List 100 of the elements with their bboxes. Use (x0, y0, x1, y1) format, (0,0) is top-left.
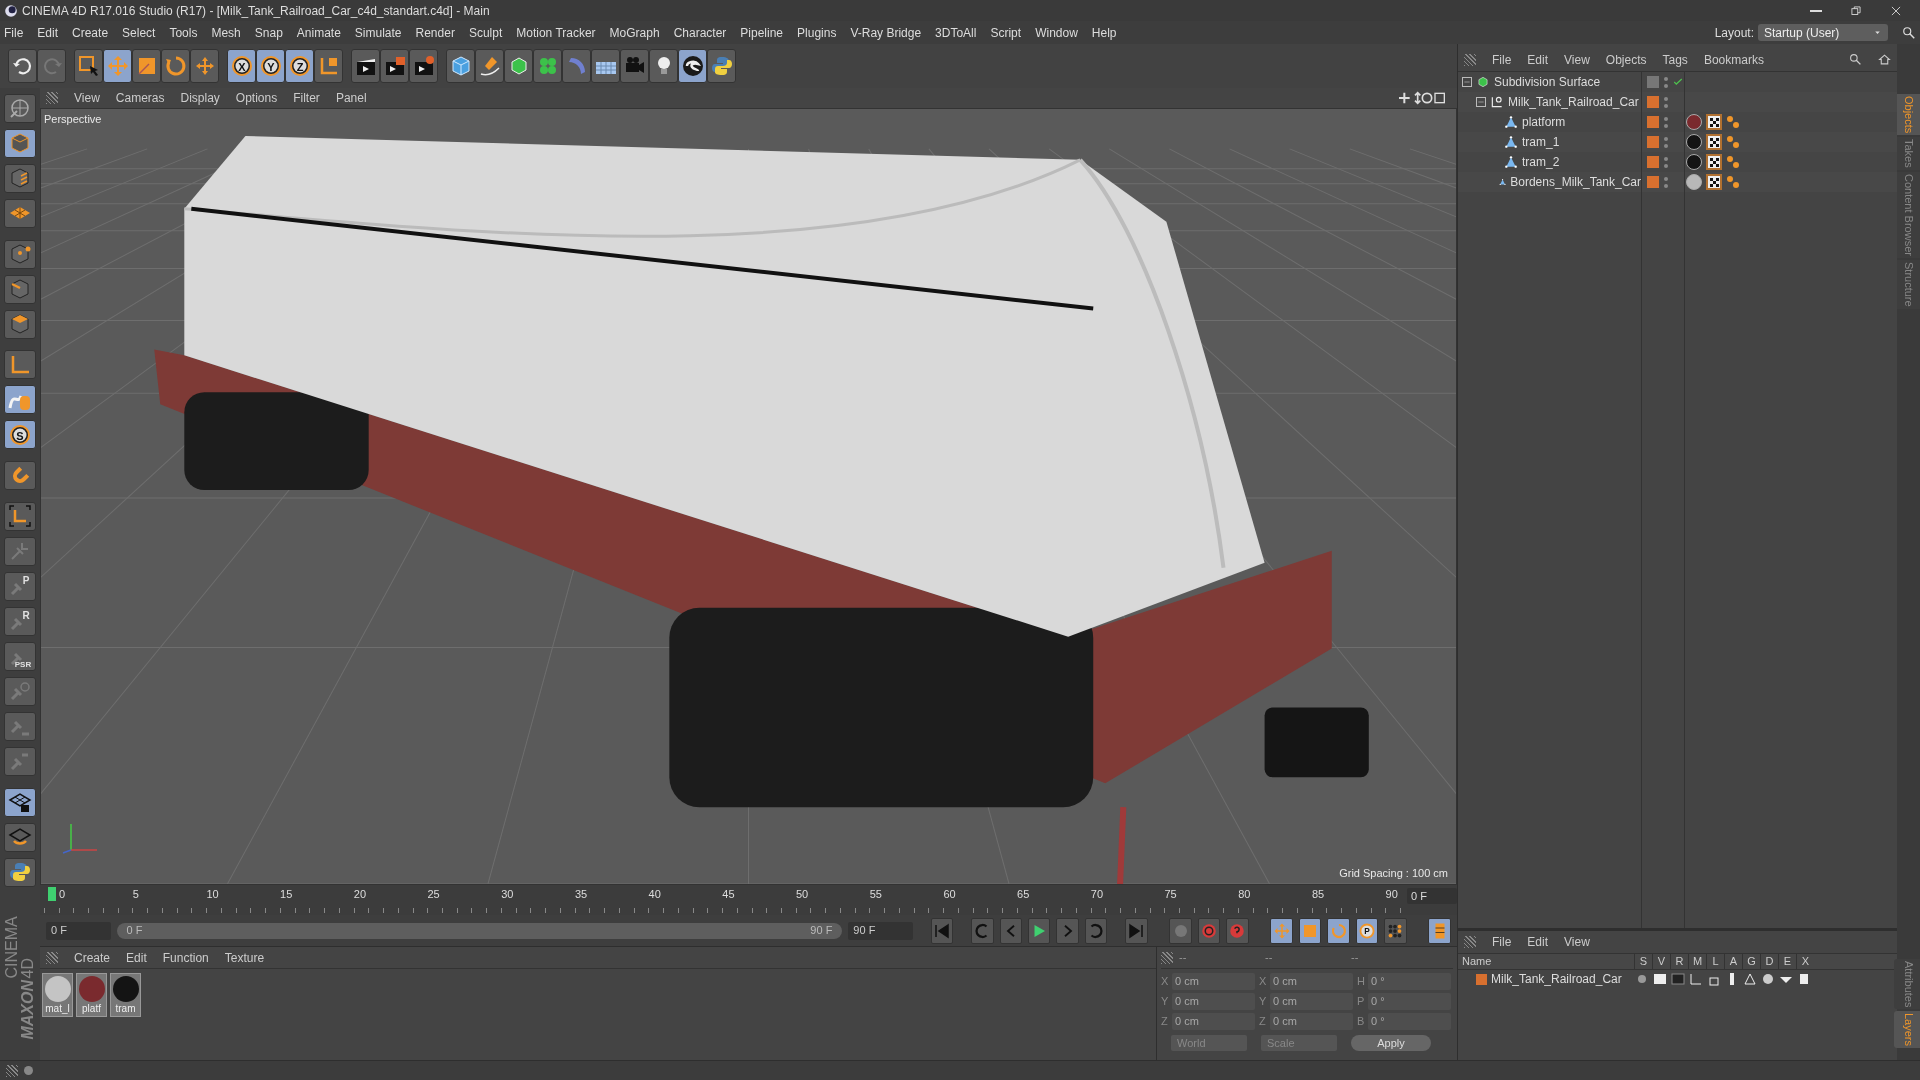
menu-item[interactable]: Edit (37, 23, 59, 42)
material-menu-item[interactable]: Edit (126, 948, 147, 967)
cube-button[interactable] (446, 49, 475, 83)
z-axis-button[interactable]: Z (285, 49, 314, 83)
textured-cube-button[interactable] (4, 163, 36, 193)
layer-menu-item[interactable]: View (1564, 933, 1590, 951)
side-tab[interactable]: Layers (1894, 1010, 1920, 1048)
coordinate-field[interactable]: 0 cm (1172, 1013, 1255, 1030)
material-swatch[interactable]: mat_l (42, 973, 73, 1017)
object-menu-item[interactable]: File (1492, 50, 1512, 69)
menu-item[interactable]: Select (122, 23, 156, 42)
column-header[interactable]: A (1724, 953, 1742, 970)
subdivision-cube-button[interactable] (504, 49, 533, 83)
coordinate-field[interactable]: 0 cm (1270, 993, 1353, 1010)
collapse-toggle[interactable] (1462, 77, 1472, 87)
move-plus-button[interactable] (190, 49, 219, 83)
menu-item[interactable]: Pipeline (740, 23, 784, 42)
globe-arrow-button[interactable] (4, 94, 36, 123)
menu-item[interactable]: Window (1035, 23, 1078, 42)
coordinate-field[interactable]: 0 cm (1270, 973, 1353, 990)
object-name[interactable]: Subdivision Surface (1494, 73, 1601, 91)
layer-menu-item[interactable]: Edit (1527, 933, 1549, 951)
cube-points-button[interactable] (4, 239, 36, 269)
menu-item[interactable]: Plugins (797, 23, 837, 42)
point-level-key-button[interactable] (1384, 917, 1407, 944)
menu-item[interactable]: Character (673, 23, 727, 42)
coordinate-field[interactable]: 0 cm (1270, 1013, 1353, 1030)
y-axis-button[interactable]: Y (256, 49, 285, 83)
layer-color-tag[interactable] (1647, 136, 1659, 148)
python-button[interactable] (4, 857, 36, 887)
menu-item[interactable]: Create (72, 23, 109, 42)
material-tag[interactable] (1686, 174, 1702, 190)
column-header[interactable]: V (1652, 953, 1670, 970)
menu-item[interactable]: 3DToAll (935, 23, 977, 42)
menu-item[interactable]: Simulate (354, 23, 402, 42)
grid-plane-button[interactable] (4, 198, 36, 228)
mouse-curve-button[interactable] (4, 385, 36, 415)
timeline-ruler[interactable]: 0 5 10 15 20 25 30 35 40 45 50 55 60 65 70 75 80 85 90 (44, 885, 1404, 913)
next-frame-button[interactable] (1056, 917, 1079, 944)
viewport-menu-item[interactable]: Panel (335, 89, 367, 107)
start-frame-field[interactable]: 0 F (46, 921, 111, 940)
material-menu-item[interactable]: Function (162, 948, 209, 967)
clapperboard-gear-button[interactable] (409, 49, 438, 83)
layer-name[interactable]: Milk_Tank_Railroad_Car (1491, 970, 1631, 988)
faded-target-button[interactable] (4, 676, 36, 706)
menu-item[interactable]: Sculpt (468, 23, 503, 42)
rotate-button[interactable] (161, 49, 190, 83)
next-key-button[interactable] (1084, 917, 1108, 944)
python-button[interactable] (707, 49, 736, 83)
frame-range-slider[interactable]: 0 F 90 F (116, 922, 843, 939)
faded-tool-button[interactable] (4, 711, 36, 741)
menu-item[interactable]: V-Ray Bridge (850, 23, 922, 42)
cube-polygons-button[interactable] (4, 309, 36, 339)
scale-button[interactable] (132, 49, 161, 83)
enabled-check-icon[interactable] (1673, 77, 1683, 87)
last-frame-button[interactable] (1125, 917, 1148, 944)
column-header[interactable]: G (1742, 953, 1760, 970)
material-swatch[interactable]: platf (76, 973, 107, 1017)
apply-button[interactable]: Apply (1351, 1035, 1431, 1051)
end-frame-field[interactable]: 90 F (848, 921, 913, 940)
column-header[interactable]: L (1706, 953, 1724, 970)
object-menu-item[interactable]: Objects (1605, 50, 1647, 69)
column-header[interactable]: R (1670, 953, 1688, 970)
grid-rotate-button[interactable] (4, 822, 36, 852)
viewport-menu-item[interactable]: Cameras (115, 89, 165, 107)
column-header[interactable]: D (1760, 953, 1778, 970)
undo-button[interactable] (8, 49, 37, 83)
bent-shape-button[interactable] (562, 49, 591, 83)
move-key-button[interactable] (1270, 917, 1293, 944)
viewport-menu-item[interactable]: Options (235, 89, 278, 107)
material-menu-item[interactable]: Texture (224, 948, 265, 967)
move-button[interactable] (103, 49, 132, 83)
object-menu-item[interactable]: View (1564, 50, 1590, 69)
layer-color-swatch[interactable] (1476, 973, 1487, 985)
coordinate-field[interactable]: 0 ° (1368, 1013, 1451, 1030)
menu-item[interactable]: Script (990, 23, 1022, 42)
clapperboard-button[interactable] (351, 49, 380, 83)
cube-button[interactable] (4, 129, 36, 158)
coordinate-system-button[interactable] (314, 49, 343, 83)
floor-grid-button[interactable] (591, 49, 620, 83)
column-header[interactable]: S (1634, 953, 1652, 970)
cloner-button[interactable] (533, 49, 562, 83)
viewport-menu-item[interactable]: View (74, 89, 100, 107)
object-menu-item[interactable]: Tags (1662, 50, 1688, 69)
coordinate-field[interactable]: 0 ° (1368, 973, 1451, 990)
faded-tool-button[interactable] (4, 746, 36, 776)
layer-menu-item[interactable]: File (1492, 933, 1512, 951)
axis-button[interactable] (4, 350, 36, 380)
sketch-swirl-button[interactable] (678, 49, 707, 83)
menu-item[interactable]: Motion Tracker (516, 23, 596, 42)
cube-edges-button[interactable] (4, 274, 36, 304)
material-tag[interactable] (1686, 114, 1702, 130)
timeline-button[interactable] (1428, 917, 1451, 944)
object-name[interactable]: tram_1 (1522, 133, 1560, 151)
faded-tool-button[interactable] (4, 536, 36, 566)
menu-item[interactable]: MoGraph (609, 23, 660, 42)
pen-button[interactable] (475, 49, 504, 83)
light-bulb-button[interactable] (649, 49, 678, 83)
object-menu-item[interactable]: Bookmarks (1703, 50, 1764, 69)
first-frame-button[interactable] (930, 917, 954, 944)
